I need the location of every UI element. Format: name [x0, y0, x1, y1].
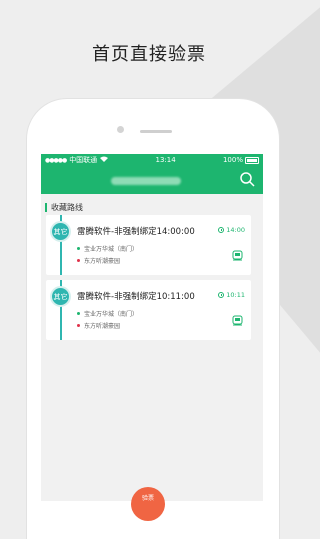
route-card-1[interactable]: 其它 雷腾软件-非强制绑定14:00:00 14:00 宝业万华城（南门） 东方… [46, 215, 251, 275]
route-card-2[interactable]: 其它 雷腾软件-非强制绑定10:11:00 10:11 宝业万华城（南门） 东方… [46, 280, 251, 340]
route-line [60, 306, 62, 340]
end-dot-icon [77, 259, 80, 262]
route-start-label: 宝业万华城（南门） [84, 246, 139, 253]
route-end-stop: 东方听潮豪园 [77, 321, 120, 330]
end-dot-icon [77, 324, 80, 327]
status-bar: ●●●●● 中国联通 13:14 100% [41, 154, 263, 166]
signal-icon: ●●●●● [45, 156, 67, 164]
bus-icon[interactable] [232, 315, 243, 326]
camera-icon [117, 126, 124, 133]
section-title: 收藏路线 [45, 203, 263, 212]
speaker-icon [140, 130, 172, 133]
clock-icon [218, 292, 225, 298]
status-left: ●●●●● 中国联通 [45, 155, 109, 165]
battery-label: 100% [222, 156, 243, 164]
start-dot-icon [77, 247, 80, 250]
phone-screen: ●●●●● 中国联通 13:14 100% 收藏路线 其它 雷腾软件-非强制绑定… [41, 154, 263, 501]
route-time-label: 14:00 [226, 226, 245, 234]
route-end-label: 东方听潮豪园 [84, 323, 121, 330]
route-start-label: 宝业万华城（南门） [84, 311, 139, 318]
route-title: 雷腾软件-非强制绑定10:11:00 [77, 292, 195, 302]
route-time-label: 10:11 [226, 291, 245, 299]
headline: 首页直接验票 [92, 44, 206, 65]
route-badge: 其它 [50, 221, 71, 242]
route-badge: 其它 [50, 286, 71, 307]
status-right: 100% [223, 156, 259, 164]
route-title: 雷腾软件-非强制绑定14:00:00 [77, 227, 195, 237]
route-end-label: 东方听潮豪园 [84, 258, 121, 265]
nav-bar [41, 166, 263, 194]
battery-icon [244, 156, 259, 164]
start-dot-icon [77, 312, 80, 315]
carrier-label: 中国联通 [69, 156, 98, 164]
wifi-icon [100, 156, 109, 164]
status-time: 13:14 [155, 156, 176, 164]
route-start-stop: 宝业万华城（南门） [77, 309, 138, 318]
route-time: 10:11 [218, 291, 245, 299]
route-line [60, 241, 62, 275]
route-start-stop: 宝业万华城（南门） [77, 244, 138, 253]
clock-icon [218, 227, 225, 233]
route-end-stop: 东方听潮豪园 [77, 256, 120, 265]
route-time: 14:00 [218, 226, 245, 234]
bus-icon[interactable] [232, 250, 243, 261]
nav-title-blurred [111, 177, 181, 185]
verify-ticket-button[interactable]: 验票 [131, 487, 165, 521]
search-icon[interactable] [239, 171, 255, 187]
